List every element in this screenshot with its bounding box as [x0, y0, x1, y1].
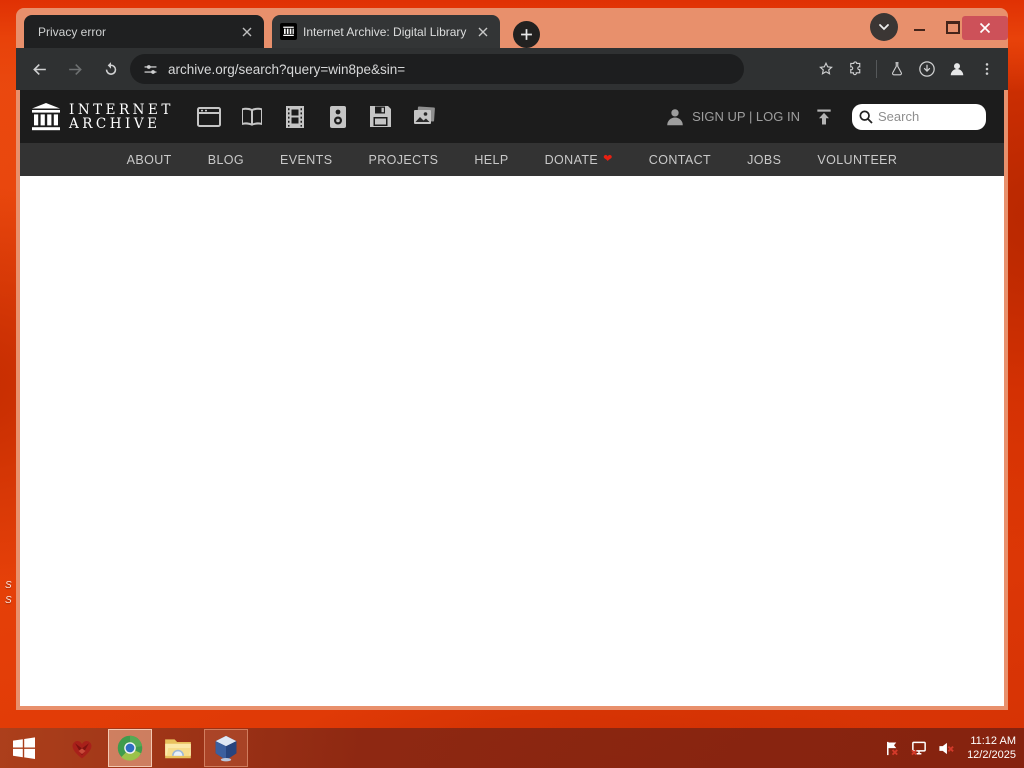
nav-jobs[interactable]: JOBS [747, 153, 781, 167]
address-bar[interactable]: archive.org/search?query=win8pe&sin= [130, 54, 744, 84]
start-button[interactable] [0, 728, 48, 768]
tab-close-icon[interactable] [474, 23, 492, 41]
tab-title: Privacy error [38, 24, 107, 39]
reload-button[interactable] [96, 54, 126, 84]
system-tray [883, 739, 963, 757]
taskbar-chrome-icon[interactable] [108, 729, 152, 767]
tab-search-button[interactable] [870, 13, 898, 41]
nav-donate[interactable]: DONATE ❤ [545, 153, 613, 167]
site-search-box[interactable] [852, 103, 986, 130]
tab-internet-archive[interactable]: Internet Archive: Digital Library [272, 15, 500, 48]
search-icon [859, 109, 873, 124]
profile-avatar[interactable] [942, 54, 972, 84]
internet-archive-navbar: ABOUT BLOG EVENTS PROJECTS HELP DONATE ❤ … [20, 143, 1004, 176]
forward-button[interactable] [60, 54, 90, 84]
media-type-icons [196, 104, 437, 130]
video-icon[interactable] [282, 104, 308, 130]
tab-close-icon[interactable] [238, 23, 256, 41]
nav-blog[interactable]: BLOG [208, 153, 244, 167]
search-input[interactable] [878, 109, 974, 124]
url-text: archive.org/search?query=win8pe&sin= [168, 61, 406, 77]
web-page: INTERNET ARCHIVE SIGN UP | LOG IN Search… [20, 90, 1004, 706]
nav-contact[interactable]: CONTACT [649, 153, 711, 167]
network-status-icon[interactable] [910, 739, 928, 757]
web-icon[interactable] [196, 104, 222, 130]
internet-archive-header: INTERNET ARCHIVE SIGN UP | LOG IN Search [20, 90, 1004, 143]
tab-strip: Privacy error Internet Archive: Digital … [16, 8, 1008, 48]
browser-window: Privacy error Internet Archive: Digital … [16, 8, 1008, 710]
upload-icon[interactable] [812, 105, 836, 129]
taskbar-clock[interactable]: 11:12 AM 12/2/2025 [963, 734, 1024, 762]
header-account-area: SIGN UP | LOG IN [664, 103, 994, 130]
extensions-icon[interactable] [841, 54, 871, 84]
toolbar-separator [876, 60, 877, 78]
downloads-icon[interactable] [912, 54, 942, 84]
desktop-icon-label-fragment: S [5, 595, 12, 606]
wordmark-line2: ARCHIVE [69, 115, 161, 132]
page-content-blank [20, 176, 1004, 706]
browser-menu-icon[interactable] [972, 54, 1002, 84]
browser-toolbar: archive.org/search?query=win8pe&sin= [16, 48, 1008, 90]
nav-about[interactable]: ABOUT [127, 153, 172, 167]
donate-heart-icon: ❤ [603, 153, 613, 165]
windows-taskbar: 11:12 AM 12/2/2025 [0, 728, 1024, 768]
images-icon[interactable] [411, 104, 437, 130]
bookmark-star-icon[interactable] [811, 54, 841, 84]
experiments-flask-icon[interactable] [882, 54, 912, 84]
signup-login-link[interactable]: SIGN UP | LOG IN [692, 109, 800, 124]
internet-archive-logo[interactable]: INTERNET ARCHIVE [30, 101, 174, 133]
texts-icon[interactable] [239, 104, 265, 130]
tab-privacy-error[interactable]: Privacy error [24, 15, 264, 48]
site-settings-icon[interactable] [142, 61, 159, 78]
desktop-icon-label-fragment: S [5, 580, 12, 591]
taskbar-virtualbox-icon[interactable] [204, 729, 248, 767]
wordmark-line1: INTERNET [69, 101, 174, 118]
nav-events[interactable]: EVENTS [280, 153, 332, 167]
nav-help[interactable]: HELP [474, 153, 508, 167]
software-icon[interactable] [368, 104, 394, 130]
nav-volunteer[interactable]: VOLUNTEER [817, 153, 897, 167]
user-icon[interactable] [664, 106, 686, 128]
volume-muted-icon[interactable] [937, 739, 955, 757]
taskbar-red-app-icon[interactable] [60, 729, 104, 767]
action-center-flag-icon[interactable] [883, 739, 901, 757]
maximize-button[interactable] [946, 21, 960, 34]
close-button[interactable] [962, 16, 1008, 40]
internet-archive-columns-icon [32, 102, 60, 130]
desktop: S S Privacy error Internet Archive: Digi… [0, 0, 1024, 768]
minimize-button[interactable] [908, 20, 930, 36]
audio-icon[interactable] [325, 104, 351, 130]
nav-projects[interactable]: PROJECTS [368, 153, 438, 167]
tab-title: Internet Archive: Digital Library [303, 24, 467, 39]
back-button[interactable] [24, 54, 54, 84]
clock-time: 11:12 AM [970, 735, 1016, 747]
toolbar-actions [811, 54, 1008, 84]
clock-date: 12/2/2025 [967, 749, 1016, 761]
internet-archive-favicon [280, 23, 297, 40]
new-tab-button[interactable] [513, 21, 540, 48]
taskbar-file-explorer-icon[interactable] [156, 729, 200, 767]
